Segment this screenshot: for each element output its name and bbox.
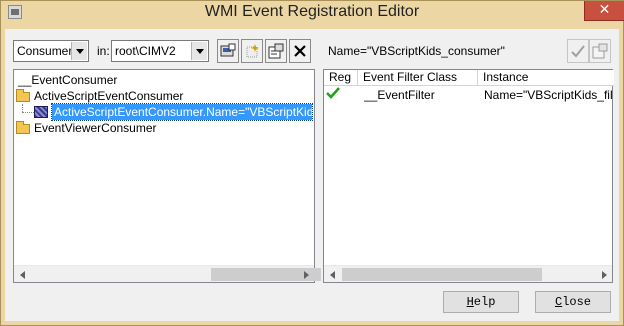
close-button[interactable]: Close [535, 291, 611, 313]
tree-item-active-script-consumer[interactable]: ActiveScriptEventConsumer [16, 88, 183, 104]
tree-item-label: __EventConsumer [18, 73, 118, 87]
namespace-select[interactable]: root\CIMV2 [111, 40, 209, 62]
properties-icon [592, 43, 608, 59]
new-instance-button[interactable] [241, 39, 263, 63]
window-title: WMI Event Registration Editor [204, 3, 420, 20]
check-icon [571, 45, 585, 58]
tree-item-label: ActiveScriptEventConsumer [34, 89, 184, 103]
register-button[interactable] [217, 39, 239, 63]
folder-icon [16, 121, 30, 134]
table-row[interactable]: __EventFilter Name="VBScriptKids_filter" [324, 87, 612, 103]
scroll-left-arrow[interactable] [14, 266, 31, 283]
check-icon [326, 87, 340, 99]
register-icon [220, 43, 236, 57]
apply-registration-button[interactable] [567, 39, 589, 63]
consumer-tree[interactable]: __EventConsumer ActiveScriptEventConsume… [13, 69, 321, 283]
chevron-right-icon [303, 270, 309, 279]
scroll-thumb[interactable] [342, 268, 542, 281]
column-header-reg[interactable]: Reg [324, 70, 358, 86]
close-label: lose [562, 295, 591, 309]
left-toolbar: Consumers in: root\CIMV2 [13, 39, 315, 63]
tree-connector [22, 112, 34, 113]
tree-item-label: ActiveScriptEventConsumer.Name="VBScript… [51, 103, 313, 121]
selected-name-field: Name="VBScriptKids_consumer" [323, 39, 565, 63]
chevron-down-icon[interactable] [191, 42, 207, 60]
scroll-right-arrow[interactable] [595, 266, 612, 283]
delete-button[interactable] [289, 39, 311, 63]
type-select-value: Consumers [17, 44, 79, 58]
reg-cell[interactable] [326, 87, 356, 103]
chevron-left-icon [329, 270, 335, 279]
chevron-left-icon [19, 270, 25, 279]
delete-x-icon [294, 45, 306, 57]
tree-item-event-consumer[interactable]: __EventConsumer [18, 72, 117, 88]
scroll-left-arrow[interactable] [324, 266, 341, 283]
close-window-button[interactable]: ✕ [584, 1, 624, 21]
consumer-instance-icon [34, 106, 48, 118]
selected-name-value: Name="VBScriptKids_consumer" [328, 44, 505, 58]
edit-instance-button[interactable] [265, 39, 287, 63]
instance-cell: Name="VBScriptKids_filter" [484, 88, 612, 102]
chevron-right-icon [601, 270, 607, 279]
help-mnemonic: H [466, 295, 474, 309]
close-icon: ✕ [598, 2, 611, 18]
edit-properties-icon [268, 43, 284, 59]
filters-grid[interactable]: Reg Event Filter Class Instance __EventF… [323, 69, 614, 283]
type-select[interactable]: Consumers [13, 40, 89, 62]
namespace-select-value: root\CIMV2 [115, 44, 176, 58]
chevron-down-icon[interactable] [71, 42, 87, 60]
client-area: Consumers in: root\CIMV2 __EventConsumer… [5, 29, 619, 321]
grid-horizontal-scrollbar[interactable] [324, 265, 612, 282]
folder-icon [16, 89, 30, 102]
tree-horizontal-scrollbar[interactable] [14, 265, 321, 283]
column-header-instance[interactable]: Instance [478, 70, 614, 86]
column-header-event-filter-class[interactable]: Event Filter Class [358, 70, 478, 86]
in-label: in: [97, 44, 110, 58]
tree-item-label: EventViewerConsumer [34, 121, 157, 135]
help-button[interactable]: Help [443, 291, 519, 313]
tree-connector [22, 104, 23, 112]
filter-class-cell: __EventFilter [364, 88, 435, 102]
app-window: WMI Event Registration Editor ✕ Consumer… [0, 0, 624, 326]
new-instance-icon [246, 44, 259, 58]
view-properties-button[interactable] [589, 39, 611, 63]
help-label: elp [473, 295, 496, 309]
tree-item-event-viewer-consumer[interactable]: EventViewerConsumer [16, 120, 157, 136]
title-bar[interactable]: WMI Event Registration Editor ✕ [1, 1, 624, 25]
scroll-right-arrow[interactable] [297, 266, 314, 283]
